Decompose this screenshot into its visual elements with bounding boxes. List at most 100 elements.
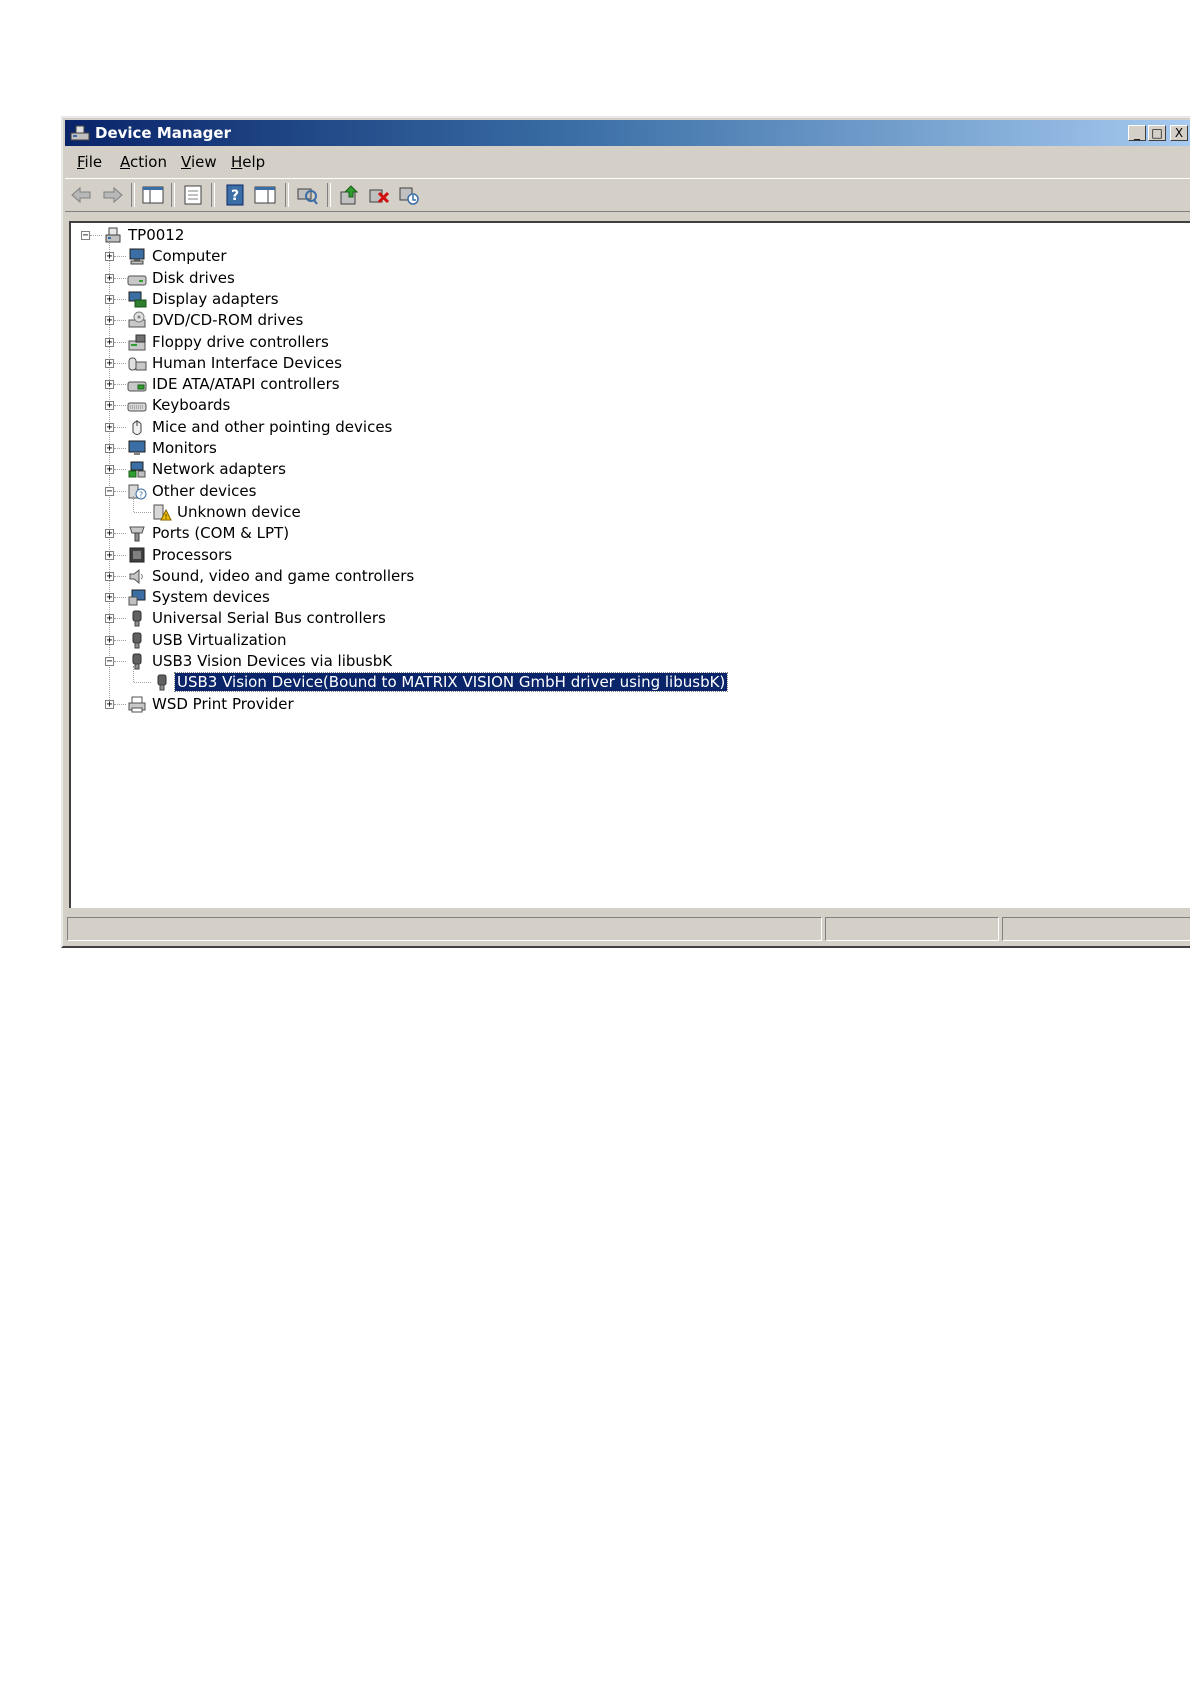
tree-category[interactable]: Display adapters <box>127 288 281 310</box>
keyboard-icon <box>127 402 147 412</box>
tree-category[interactable]: Computer <box>127 245 229 267</box>
action-pane-icon[interactable] <box>253 184 277 206</box>
menu-file[interactable]: File <box>77 153 102 171</box>
tree-category[interactable]: Floppy drive controllers <box>127 331 331 353</box>
tree-connector <box>114 384 126 386</box>
tree-category[interactable]: Monitors <box>127 437 219 459</box>
maximize-button[interactable]: □ <box>1148 125 1166 141</box>
tree-category[interactable]: Human Interface Devices <box>127 352 344 374</box>
status-panel-main <box>67 917 822 941</box>
title-bar[interactable]: Device Manager _ □ X <box>65 120 1190 146</box>
expand-icon[interactable]: + <box>105 529 114 539</box>
expand-icon[interactable]: + <box>105 614 114 624</box>
collapse-icon[interactable]: − <box>105 657 114 667</box>
collapse-icon[interactable]: − <box>105 486 114 496</box>
tree-connector <box>114 661 126 662</box>
expand-icon[interactable]: + <box>105 422 114 432</box>
tree-item-label: Network adapters <box>152 460 286 479</box>
network-adapter-icon <box>128 461 146 478</box>
hid-icon <box>128 357 147 371</box>
tree-item-label: Monitors <box>152 439 217 457</box>
tree-category[interactable]: Universal Serial Bus controllers <box>127 607 388 629</box>
tree-category[interactable]: USB Virtualization <box>127 629 289 651</box>
tree-connector <box>114 362 126 364</box>
tree-category[interactable]: WSD Print Provider <box>127 693 296 715</box>
expand-icon[interactable]: + <box>105 550 114 560</box>
tree-connector <box>90 235 102 236</box>
menu-action[interactable]: Action <box>120 153 167 171</box>
back-icon[interactable] <box>69 184 93 206</box>
computer-icon <box>129 248 145 265</box>
tree-category[interactable]: DVD/CD-ROM drives <box>127 309 305 331</box>
expand-icon[interactable]: + <box>105 337 114 347</box>
tree-category[interactable]: System devices <box>127 586 272 608</box>
usb-device-icon <box>157 674 167 691</box>
properties-icon[interactable] <box>181 184 205 206</box>
tree-connector <box>134 682 151 684</box>
help-icon[interactable]: ? <box>223 184 247 206</box>
forward-icon[interactable] <box>101 184 125 206</box>
tree-item-label: Computer <box>152 247 227 266</box>
scan-hardware-changes-icon[interactable] <box>295 184 319 206</box>
tree-category[interactable]: Ports (COM & LPT) <box>127 522 291 544</box>
tree-category[interactable]: USB3 Vision Devices via libusbK <box>127 650 394 672</box>
minimize-button[interactable]: _ <box>1128 125 1146 141</box>
expand-icon[interactable]: + <box>105 273 114 283</box>
menu-help[interactable]: Help <box>231 153 265 171</box>
expand-icon[interactable]: + <box>105 401 114 411</box>
tree-category[interactable]: IDE ATA/ATAPI controllers <box>127 373 342 395</box>
tree-item-label: Floppy drive controllers <box>152 332 329 351</box>
tree-device[interactable]: ! Unknown device <box>152 501 303 523</box>
tree-connector <box>114 575 126 577</box>
menu-action-label: ction <box>130 153 167 171</box>
expand-icon[interactable]: + <box>105 593 114 603</box>
device-tree-pane[interactable]: TP0012 − Computer + Disk drives + Display adap… <box>69 221 1190 908</box>
tree-item-label: DVD/CD-ROM drives <box>152 311 304 330</box>
status-panel-2 <box>825 917 999 941</box>
tree-category[interactable]: Network adapters <box>127 458 288 480</box>
tree-item-label: Other devices <box>152 481 257 500</box>
monitor-icon <box>128 440 146 455</box>
toolbar-separator <box>285 183 289 207</box>
disable-device-icon[interactable] <box>397 184 421 206</box>
tree-item-label: TP0012 <box>128 226 185 244</box>
expand-icon[interactable]: + <box>105 380 114 390</box>
status-panel-3 <box>1002 917 1190 941</box>
update-driver-icon[interactable] <box>337 184 361 206</box>
expand-icon[interactable]: + <box>105 294 114 304</box>
usb-icon <box>132 610 142 627</box>
tree-category[interactable]: Mice and other pointing devices <box>127 416 394 438</box>
expand-icon[interactable]: + <box>105 316 114 326</box>
tree-category[interactable]: ? Other devices <box>127 480 258 502</box>
menu-bar: File Action View Help <box>65 150 1190 174</box>
tree-item-label: Unknown device <box>177 502 301 521</box>
other-devices-icon: ? <box>128 484 147 500</box>
expand-icon[interactable]: + <box>105 571 114 581</box>
sound-icon <box>129 568 143 584</box>
expand-icon[interactable]: + <box>105 699 114 709</box>
tree-category[interactable]: Sound, video and game controllers <box>127 565 416 587</box>
expand-icon[interactable]: + <box>105 465 114 475</box>
expand-icon[interactable]: + <box>105 444 114 454</box>
usb-icon <box>132 653 142 670</box>
uninstall-icon[interactable] <box>367 184 391 206</box>
device-manager-window: Device Manager _ □ X File Action View He… <box>61 116 1190 948</box>
tree-category[interactable]: Disk drives <box>127 267 237 289</box>
tree-item-label: WSD Print Provider <box>152 694 294 713</box>
expand-icon[interactable]: + <box>105 635 114 645</box>
tree-category[interactable]: Processors <box>127 544 234 566</box>
tree-category[interactable]: Keyboards <box>127 394 232 416</box>
tree-item-label: Ports (COM & LPT) <box>152 524 290 543</box>
toolbar-separator <box>171 183 175 207</box>
close-button[interactable]: X <box>1170 125 1188 141</box>
menu-view[interactable]: View <box>181 153 217 171</box>
expand-icon[interactable]: + <box>105 252 114 262</box>
collapse-icon[interactable]: − <box>81 231 90 241</box>
expand-icon[interactable]: + <box>105 358 114 368</box>
show-hide-console-tree-icon[interactable] <box>141 184 165 206</box>
tree-item-label: USB3 Vision Device(Bound to MATRIX VISIO… <box>173 672 729 693</box>
tree-connector <box>114 405 126 407</box>
tree-root[interactable]: TP0012 <box>103 224 186 246</box>
tree-item-label: USB3 Vision Devices via libusbK <box>152 652 393 670</box>
tree-item-selected[interactable]: USB3 Vision Device(Bound to MATRIX VISIO… <box>152 671 729 693</box>
